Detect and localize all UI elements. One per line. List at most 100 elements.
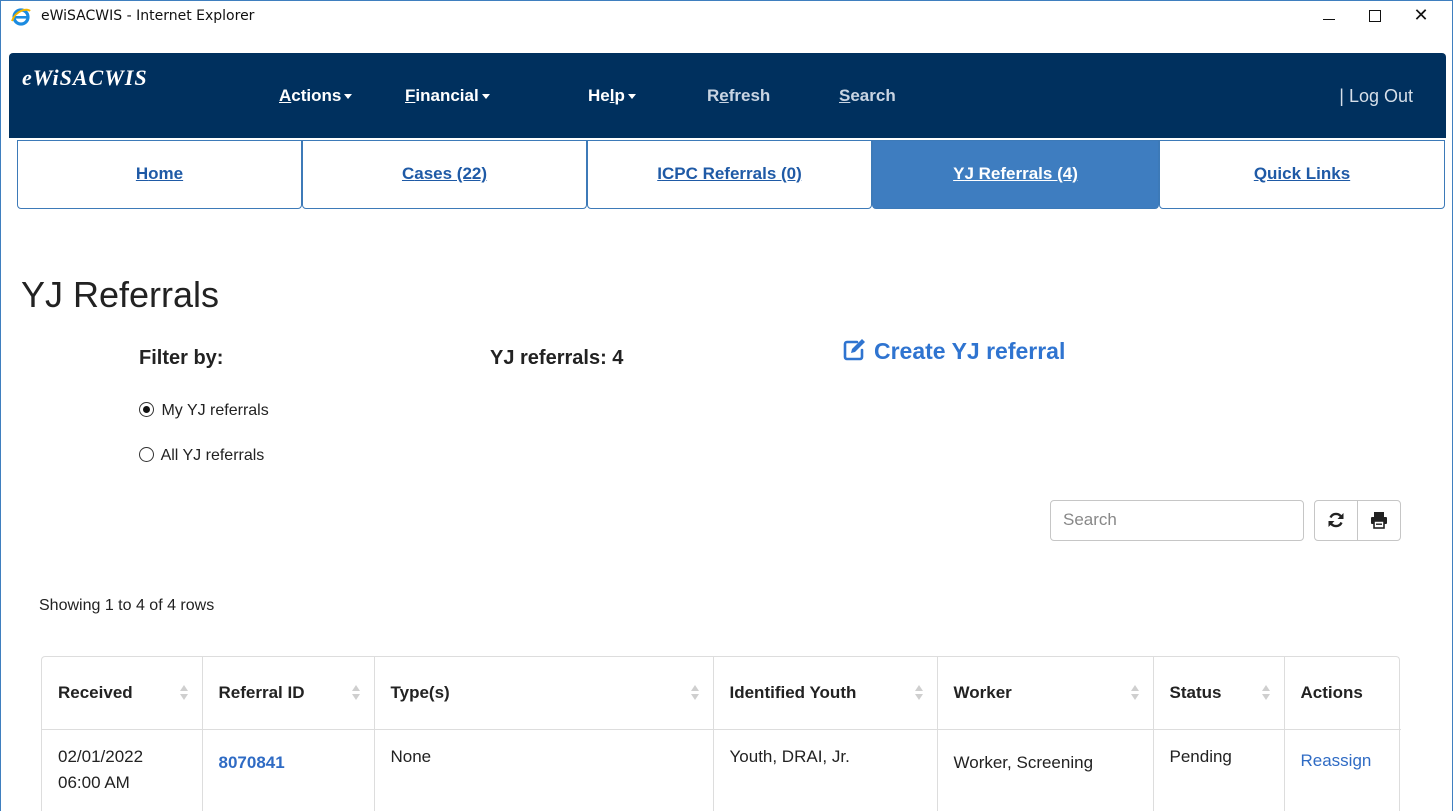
filter-all-referrals[interactable]: All YJ referrals xyxy=(139,447,264,465)
cell-status: Pending xyxy=(1153,729,1285,811)
cell-actions: Reassign xyxy=(1284,729,1401,811)
sort-icon xyxy=(914,685,923,701)
maximize-icon xyxy=(1369,10,1381,22)
nav-help-label-end: p xyxy=(614,86,625,105)
cell-received: 02/01/2022 06:00 AM xyxy=(42,729,203,811)
close-icon: ✕ xyxy=(1413,5,1429,26)
received-date: 02/01/2022 xyxy=(58,746,144,766)
column-header-label: Referral ID xyxy=(218,682,305,702)
title-bar: eWiSACWIS - Internet Explorer ✕ xyxy=(1,1,1452,31)
tab-cases[interactable]: Cases (22) xyxy=(302,140,587,209)
column-header-types[interactable]: Type(s) xyxy=(374,657,714,730)
filter-label: Filter by: xyxy=(139,347,224,369)
cell-identified-youth: Youth, DRAI, Jr. xyxy=(713,729,938,811)
window-title: eWiSACWIS - Internet Explorer xyxy=(41,8,255,24)
minimize-icon xyxy=(1323,19,1335,20)
nav-financial-menu[interactable]: Financial xyxy=(405,86,490,106)
pagination-summary: Showing 1 to 4 of 4 rows xyxy=(39,597,215,614)
nav-refresh-label-end: fresh xyxy=(728,86,771,105)
nav-help-menu[interactable]: Help xyxy=(588,86,636,106)
filter-all-referrals-label: All YJ referrals xyxy=(160,447,265,464)
logout-link[interactable]: | Log Out xyxy=(1339,86,1413,107)
reassign-link[interactable]: Reassign xyxy=(1301,751,1372,770)
browser-window: eWiSACWIS - Internet Explorer ✕ eWiSACWI… xyxy=(0,0,1453,811)
page-title: YJ Referrals xyxy=(21,274,220,315)
tab-icpc-referrals[interactable]: ICPC Referrals (0) xyxy=(587,140,872,209)
tab-quick-links-label: uick Links xyxy=(1267,164,1351,183)
tab-yj-label: J Referrals (4) xyxy=(964,164,1078,183)
tab-home-accesskey: H xyxy=(135,164,149,183)
nav-financial-accesskey: F xyxy=(405,86,416,105)
column-header-label: Type(s) xyxy=(390,682,450,702)
create-yj-referral-link[interactable]: Create YJ referral xyxy=(842,338,1065,365)
column-header-label: Worker xyxy=(953,682,1012,702)
radio-unchecked[interactable] xyxy=(139,447,154,462)
column-header-worker[interactable]: Worker xyxy=(937,657,1154,730)
radio-checked[interactable] xyxy=(139,402,154,417)
print-icon xyxy=(1371,512,1387,529)
column-header-received[interactable]: Received xyxy=(42,657,203,730)
nav-actions-accesskey: A xyxy=(279,86,292,105)
nav-refresh-link[interactable]: Refresh xyxy=(707,86,770,106)
tab-quick-links[interactable]: Quick Links xyxy=(1159,140,1445,209)
tab-home[interactable]: Home xyxy=(17,140,302,209)
nav-refresh-accesskey: e xyxy=(719,86,729,105)
column-header-label: Received xyxy=(58,682,133,702)
nav-refresh-label-start: R xyxy=(707,86,720,105)
column-header-actions: Actions xyxy=(1284,657,1401,730)
nav-search-accesskey: S xyxy=(839,86,851,105)
referrals-table: Received Referral ID Type(s) Identified … xyxy=(41,656,1401,811)
chevron-down-icon xyxy=(344,94,353,100)
app-logo: eWiSACWIS xyxy=(22,65,148,90)
refresh-button[interactable] xyxy=(1315,501,1358,540)
tab-yj-referrals[interactable]: YJ Referrals (4) xyxy=(872,140,1159,209)
create-yj-referral-label: Create YJ referral xyxy=(874,338,1066,364)
filter-my-referrals-label: My YJ referrals xyxy=(161,402,269,419)
tab-icpc-label: CPC Referrals (0) xyxy=(661,164,802,183)
cell-types: None xyxy=(374,729,714,811)
main-tabs: Home Cases (22) ICPC Referrals (0) YJ Re… xyxy=(17,140,1445,209)
column-header-label: Status xyxy=(1169,682,1222,702)
cell-referral-id: 8070841 xyxy=(202,729,375,811)
column-header-referral-id[interactable]: Referral ID xyxy=(202,657,375,730)
tab-cases-label: ases (22) xyxy=(414,164,488,183)
chevron-down-icon xyxy=(481,94,490,100)
cell-worker: Worker, Screening xyxy=(937,729,1154,811)
tab-yj-accesskey: Y xyxy=(953,164,965,183)
sort-icon xyxy=(690,685,699,701)
tab-quick-links-accesskey: Q xyxy=(1253,164,1268,183)
nav-search-label: earch xyxy=(850,86,896,105)
print-button[interactable] xyxy=(1358,501,1401,540)
tab-cases-accesskey: C xyxy=(401,164,415,183)
internet-explorer-icon xyxy=(11,8,31,26)
column-header-status[interactable]: Status xyxy=(1153,657,1285,730)
nav-actions-label: ctions xyxy=(291,86,342,105)
table-row: 02/01/2022 06:00 AM 8070841 None Youth, … xyxy=(42,729,1401,811)
sort-icon xyxy=(351,685,360,701)
refresh-icon xyxy=(1328,512,1344,528)
referral-id-link[interactable]: 8070841 xyxy=(219,753,285,772)
column-header-identified-youth[interactable]: Identified Youth xyxy=(713,657,938,730)
tab-home-label: ome xyxy=(148,164,184,183)
table-toolbar xyxy=(1314,500,1401,541)
close-button[interactable]: ✕ xyxy=(1398,1,1444,31)
edit-icon xyxy=(843,339,865,361)
table-header-row: Received Referral ID Type(s) Identified … xyxy=(42,657,1401,730)
nav-actions-menu[interactable]: Actions xyxy=(279,86,353,106)
table-search-input[interactable]: Search xyxy=(1050,500,1304,541)
chevron-down-icon xyxy=(627,94,636,100)
app-header: eWiSACWIS Actions Financial Help Refresh… xyxy=(9,53,1446,138)
nav-financial-label: inancial xyxy=(415,86,479,105)
nav-search-link[interactable]: Search xyxy=(839,86,896,106)
column-header-label: Actions xyxy=(1300,682,1363,702)
referral-count: YJ referrals: 4 xyxy=(490,347,624,369)
nav-help-label-start: He xyxy=(588,86,610,105)
minimize-button[interactable] xyxy=(1306,1,1352,31)
sort-icon xyxy=(1130,685,1139,701)
filter-my-referrals[interactable]: My YJ referrals xyxy=(139,402,269,420)
column-header-label: Identified Youth xyxy=(729,682,857,702)
received-time: 06:00 AM xyxy=(58,772,130,792)
maximize-button[interactable] xyxy=(1352,1,1398,31)
sort-icon xyxy=(1261,685,1270,701)
sort-icon xyxy=(179,685,188,701)
